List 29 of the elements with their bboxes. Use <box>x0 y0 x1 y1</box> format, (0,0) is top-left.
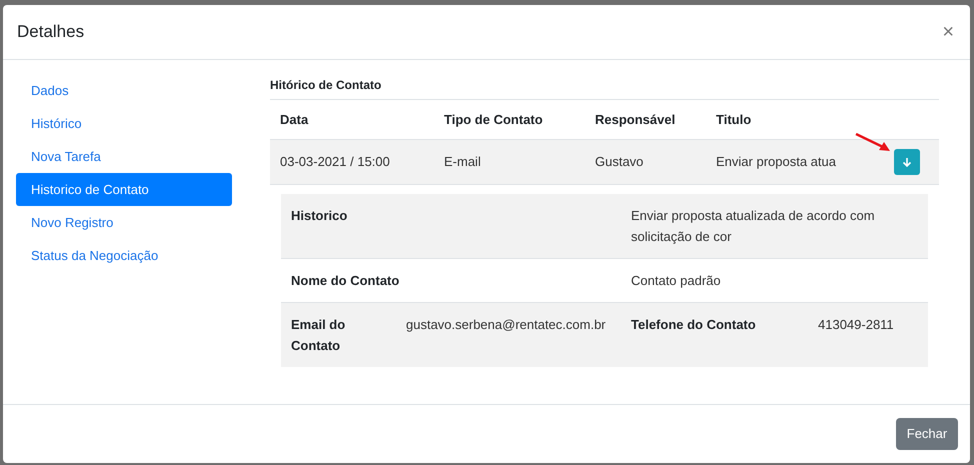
table-cell-text: Gustavo <box>595 153 644 172</box>
sidebar-item[interactable]: Dados <box>16 74 232 107</box>
annotation-arrow <box>855 133 891 153</box>
field-value: Contato padrão <box>631 272 722 290</box>
field-label: Telefone do Contato <box>631 316 757 334</box>
table-cell-text: 03-03-2021 / 15:00 <box>280 153 391 172</box>
field-value: Enviar proposta atualizada de acordo com solicitação de cor <box>631 207 876 246</box>
field-label: Historico <box>291 207 348 225</box>
column-header: Tipo de Contato <box>444 110 544 129</box>
field-value: gustavo.serbena@rentatec.com.br <box>406 316 607 334</box>
field-value: 413049-2811 <box>818 316 895 334</box>
sidebar-item[interactable]: Historico de Contato <box>16 173 232 206</box>
column-header: Data <box>280 110 310 129</box>
sidebar-item[interactable]: Nova Tarefa <box>16 140 232 173</box>
table-cell-text: Enviar proposta atua <box>716 153 837 172</box>
column-header: Titulo <box>716 110 752 129</box>
column-header: Responsável <box>595 110 676 129</box>
section-title: Hitórico de Contato <box>270 74 939 100</box>
modal-title: Detalhes <box>17 21 84 44</box>
close-button[interactable]: Fechar <box>896 418 958 450</box>
close-button[interactable]: × <box>942 22 954 42</box>
field-label: Email do Contato <box>291 316 346 355</box>
sidebar-item[interactable]: Histórico <box>16 107 232 140</box>
expand-button[interactable] <box>894 149 920 175</box>
sidebar-item[interactable]: Novo Registro <box>16 206 232 239</box>
sidebar-item[interactable]: Status da Negociação <box>16 239 232 272</box>
down-arrow-icon <box>902 156 912 168</box>
field-label: Nome do Contato <box>291 272 400 290</box>
table-cell-text: E-mail <box>444 153 482 172</box>
